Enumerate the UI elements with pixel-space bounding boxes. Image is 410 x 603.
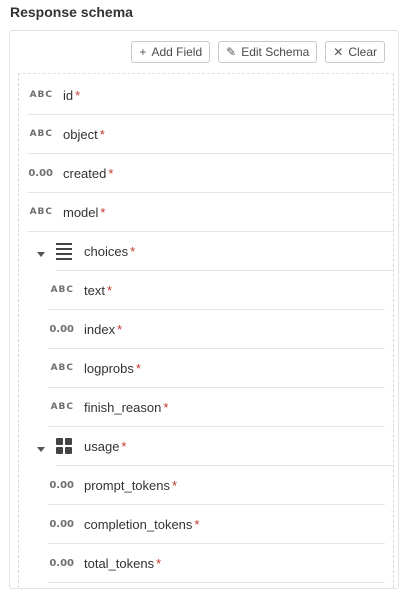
required-marker: *	[163, 399, 169, 415]
string-type-icon: ABC	[29, 207, 53, 217]
add-field-label: Add Field	[151, 45, 203, 59]
field-row-choices[interactable]: choices *	[56, 232, 393, 271]
clear-label: Clear	[348, 45, 377, 59]
field-name: id	[63, 87, 74, 103]
required-marker: *	[100, 204, 106, 220]
required-marker: *	[194, 516, 200, 532]
field-name: prompt_tokens	[84, 477, 170, 493]
section-title: Response schema	[10, 4, 133, 20]
required-marker: *	[99, 126, 105, 142]
required-marker: *	[75, 87, 81, 103]
number-type-icon: 0.00	[49, 323, 74, 335]
field-name: object	[63, 126, 98, 142]
required-marker: *	[108, 165, 114, 181]
string-type-icon: ABC	[29, 90, 53, 100]
field-row-logprobs[interactable]: ABC logprobs *	[48, 349, 385, 388]
list-icon	[56, 242, 72, 260]
field-name: index	[84, 321, 116, 337]
field-row-created[interactable]: 0.00 created *	[27, 154, 393, 193]
schema-toolbar: + Add Field ✎ Edit Schema ✕ Clear	[10, 31, 398, 73]
required-marker: *	[106, 282, 113, 298]
string-type-icon: ABC	[50, 285, 74, 295]
field-name: created	[63, 165, 107, 181]
field-name: choices	[84, 243, 129, 259]
pencil-icon: ✎	[226, 45, 237, 59]
required-marker: *	[172, 477, 178, 493]
clear-button[interactable]: ✕ Clear	[325, 41, 385, 63]
collapse-caret-icon[interactable]	[37, 252, 45, 257]
field-row-completion-tokens[interactable]: 0.00 completion_tokens *	[48, 505, 385, 544]
field-row-id[interactable]: ABC id *	[27, 76, 393, 115]
required-marker: *	[117, 321, 123, 337]
edit-schema-button[interactable]: ✎ Edit Schema	[218, 41, 318, 63]
collapse-caret-icon[interactable]	[37, 447, 45, 452]
number-type-icon: 0.00	[28, 167, 53, 179]
plus-icon: +	[139, 45, 147, 59]
number-type-icon: 0.00	[49, 557, 74, 569]
required-marker: *	[135, 360, 141, 376]
string-type-icon: ABC	[29, 129, 53, 139]
field-row-total-tokens[interactable]: 0.00 total_tokens *	[48, 544, 385, 583]
string-type-icon: ABC	[50, 363, 74, 373]
field-name: text	[84, 282, 105, 298]
field-row-finish-reason[interactable]: ABC finish_reason *	[48, 388, 385, 427]
required-marker: *	[156, 555, 162, 571]
field-name: model	[63, 204, 99, 220]
field-name: total_tokens	[84, 555, 155, 571]
number-type-icon: 0.00	[49, 518, 74, 530]
field-row-model[interactable]: ABC model *	[27, 193, 393, 232]
field-name: usage	[84, 438, 120, 454]
field-row-index[interactable]: 0.00 index *	[48, 310, 385, 349]
add-field-button[interactable]: + Add Field	[131, 41, 211, 63]
field-row-object[interactable]: ABC object *	[27, 115, 393, 154]
required-marker: *	[130, 243, 136, 259]
field-row-usage[interactable]: usage *	[56, 427, 393, 466]
required-marker: *	[121, 438, 127, 454]
schema-panel: + Add Field ✎ Edit Schema ✕ Clear ABC id…	[9, 30, 399, 589]
number-type-icon: 0.00	[49, 479, 74, 491]
string-type-icon: ABC	[50, 402, 74, 412]
field-name: logprobs	[84, 360, 134, 376]
close-icon: ✕	[333, 45, 344, 59]
edit-schema-label: Edit Schema	[241, 45, 310, 59]
field-row-text[interactable]: ABC text *	[48, 271, 385, 310]
schema-tree: ABC id * ABC object * 0.00 created * ABC…	[18, 73, 394, 588]
object-grid-icon	[56, 438, 72, 454]
field-name: finish_reason	[84, 399, 162, 415]
field-row-prompt-tokens[interactable]: 0.00 prompt_tokens *	[48, 466, 385, 505]
field-name: completion_tokens	[84, 516, 193, 532]
